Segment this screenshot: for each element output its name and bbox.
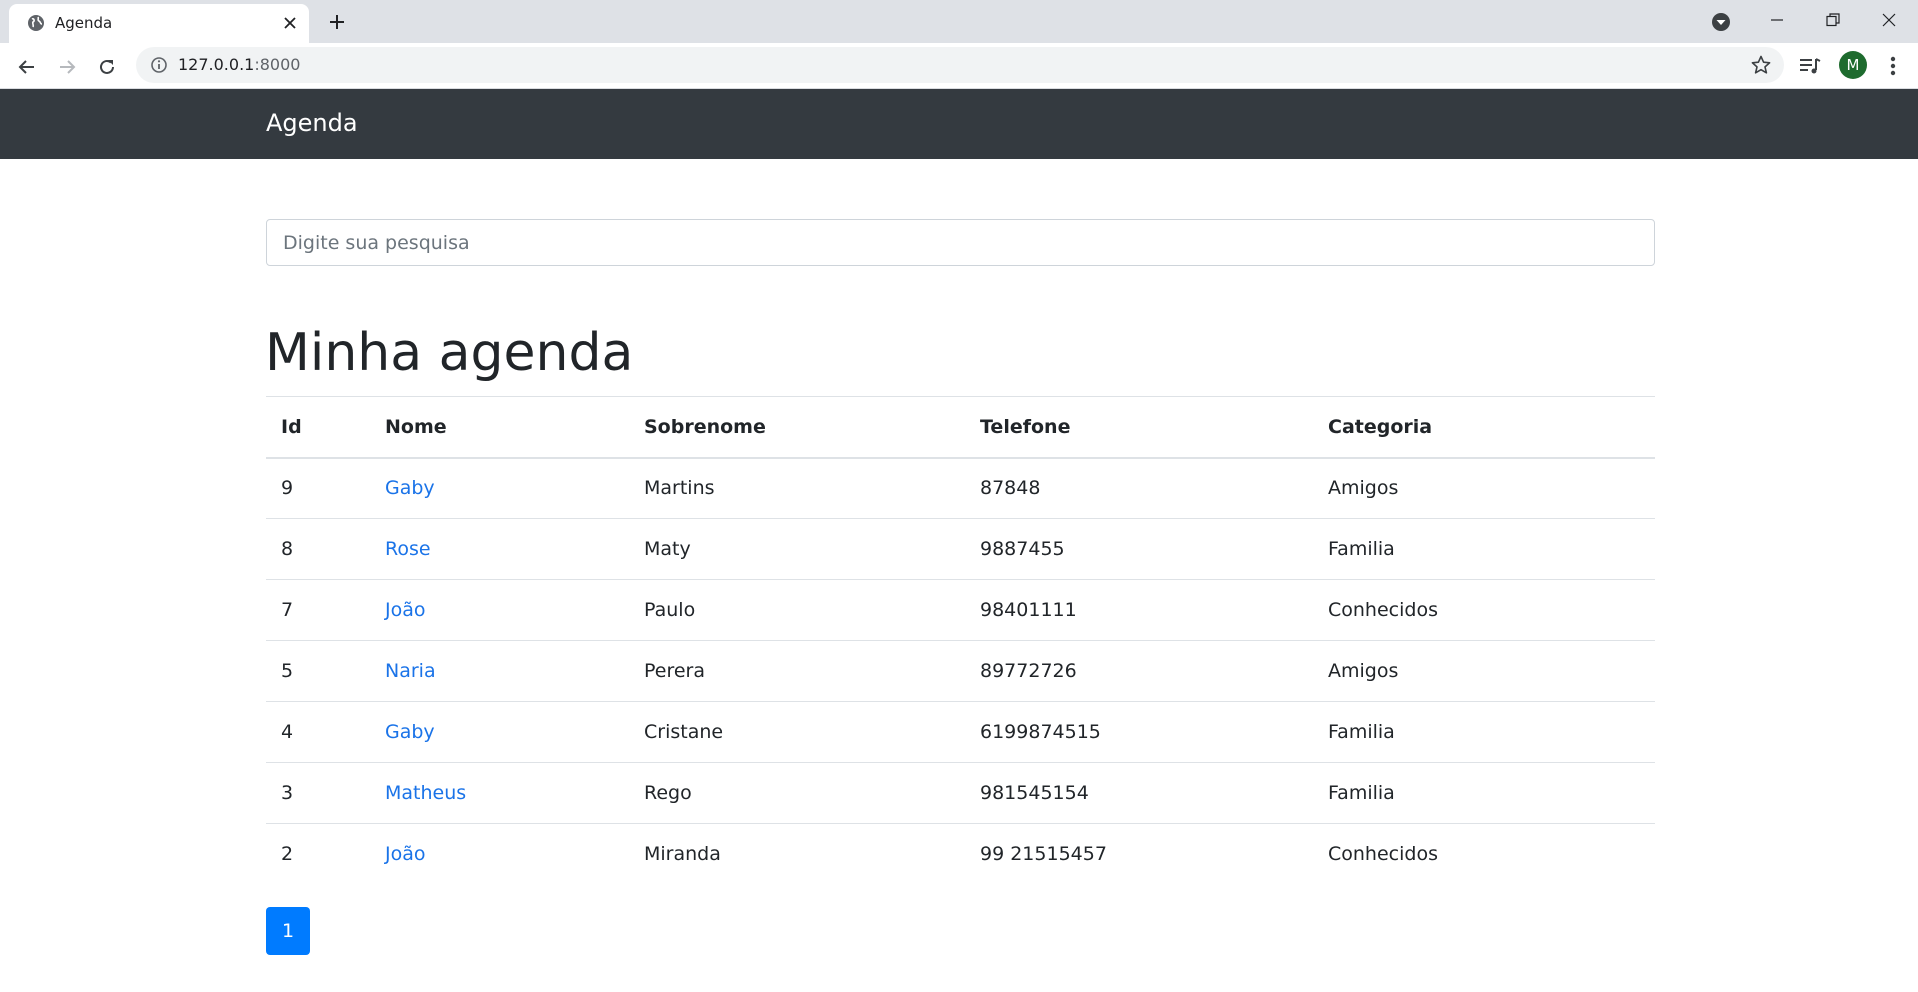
navbar: Agenda xyxy=(0,89,1918,159)
contact-name-link[interactable]: Matheus xyxy=(385,782,466,804)
column-header-categoria: Categoria xyxy=(1313,396,1655,459)
cell-telefone: 89772726 xyxy=(965,640,1313,702)
reload-icon[interactable] xyxy=(91,51,123,83)
info-icon[interactable] xyxy=(150,56,168,74)
column-header-nome: Nome xyxy=(370,396,629,459)
cell-nome: João xyxy=(370,579,629,641)
tab-search-icon[interactable] xyxy=(1710,11,1732,33)
cell-telefone: 9887455 xyxy=(965,518,1313,580)
table-row: 7 João Paulo 98401111 Conhecidos xyxy=(266,579,1655,641)
url-text: 127.0.0.1:8000 xyxy=(178,55,300,74)
navbar-brand[interactable]: Agenda xyxy=(266,109,358,137)
cell-nome: João xyxy=(370,824,629,885)
cell-nome: Naria xyxy=(370,640,629,702)
cell-categoria: Familia xyxy=(1313,701,1655,763)
cell-id: 3 xyxy=(266,762,370,824)
profile-avatar[interactable]: M xyxy=(1839,51,1867,79)
url-port: :8000 xyxy=(254,55,301,74)
table-row: 4 Gaby Cristane 6199874515 Familia xyxy=(266,701,1655,763)
cell-nome: Gaby xyxy=(370,701,629,763)
tab-title: Agenda xyxy=(55,14,113,32)
table-body: 9 Gaby Martins 87848 Amigos 8 Rose Maty … xyxy=(266,457,1655,885)
close-window-icon[interactable] xyxy=(1866,0,1912,40)
contact-name-link[interactable]: Gaby xyxy=(385,721,435,743)
table-row: 9 Gaby Martins 87848 Amigos xyxy=(266,457,1655,519)
contact-name-link[interactable]: Gaby xyxy=(385,477,435,499)
table-header: Id Nome Sobrenome Telefone Categoria xyxy=(266,396,1655,459)
column-header-id: Id xyxy=(266,396,370,459)
table-row: 5 Naria Perera 89772726 Amigos xyxy=(266,640,1655,702)
table-row: 2 João Miranda 99 21515457 Conhecidos xyxy=(266,824,1655,885)
forward-icon[interactable] xyxy=(51,51,83,83)
cell-id: 2 xyxy=(281,843,294,866)
cell-id: 8 xyxy=(266,518,370,580)
more-options-icon[interactable] xyxy=(1883,53,1903,79)
cell-categoria: Familia xyxy=(1313,518,1655,580)
cell-sobrenome: Rego xyxy=(629,762,965,824)
cell-categoria: Conhecidos xyxy=(1313,579,1655,641)
header-row: Id Nome Sobrenome Telefone Categoria xyxy=(266,396,1655,459)
browser-toolbar: 127.0.0.1:8000 M xyxy=(0,43,1918,89)
minimize-icon[interactable] xyxy=(1754,0,1800,40)
column-header-sobrenome: Sobrenome xyxy=(629,396,965,459)
bookmark-star-icon[interactable] xyxy=(1750,54,1772,76)
cell-categoria: Conhecidos xyxy=(1328,843,1438,866)
cell-sobrenome: Maty xyxy=(629,518,965,580)
cell-categoria: Amigos xyxy=(1313,457,1655,519)
media-control-icon[interactable] xyxy=(1797,53,1823,79)
cell-categoria: Familia xyxy=(1313,762,1655,824)
column-header-telefone: Telefone xyxy=(965,396,1313,459)
browser-tab[interactable]: Agenda xyxy=(9,4,309,43)
table-row: 8 Rose Maty 9887455 Familia xyxy=(266,518,1655,580)
contact-name-link[interactable]: João xyxy=(385,843,426,865)
cell-telefone: 981545154 xyxy=(965,762,1313,824)
contact-name-link[interactable]: Rose xyxy=(385,538,431,560)
cell-categoria: Amigos xyxy=(1313,640,1655,702)
search-input[interactable] xyxy=(266,219,1655,266)
cell-nome: Gaby xyxy=(370,457,629,519)
cell-id: 4 xyxy=(266,701,370,763)
cell-id: 9 xyxy=(266,457,370,519)
cell-sobrenome: Martins xyxy=(629,457,965,519)
url-host: 127.0.0.1 xyxy=(178,55,255,74)
cell-telefone: 87848 xyxy=(965,457,1313,519)
close-tab-icon[interactable] xyxy=(279,12,301,34)
contact-name-link[interactable]: João xyxy=(385,599,426,621)
cell-telefone: 6199874515 xyxy=(965,701,1313,763)
cell-telefone: 99 21515457 xyxy=(980,843,1107,866)
cell-nome: Matheus xyxy=(370,762,629,824)
address-bar[interactable]: 127.0.0.1:8000 xyxy=(136,47,1784,83)
back-icon[interactable] xyxy=(11,51,43,83)
browser-tabstrip: Agenda xyxy=(0,0,1918,43)
globe-icon xyxy=(28,15,44,31)
new-tab-icon[interactable] xyxy=(323,8,351,36)
cell-nome: Rose xyxy=(370,518,629,580)
cell-id: 5 xyxy=(266,640,370,702)
cell-sobrenome: Cristane xyxy=(629,701,965,763)
pagination-page-1[interactable]: 1 xyxy=(266,907,310,955)
table-row: 3 Matheus Rego 981545154 Familia xyxy=(266,762,1655,824)
cell-sobrenome: Perera xyxy=(629,640,965,702)
page-title: Minha agenda xyxy=(265,323,634,383)
cell-id: 7 xyxy=(266,579,370,641)
cell-telefone: 98401111 xyxy=(965,579,1313,641)
cell-sobrenome: Miranda xyxy=(644,843,721,866)
cell-sobrenome: Paulo xyxy=(629,579,965,641)
contact-name-link[interactable]: Naria xyxy=(385,660,436,682)
restore-icon[interactable] xyxy=(1810,0,1856,40)
contacts-table: Id Nome Sobrenome Telefone Categoria 9 G… xyxy=(266,396,1655,885)
